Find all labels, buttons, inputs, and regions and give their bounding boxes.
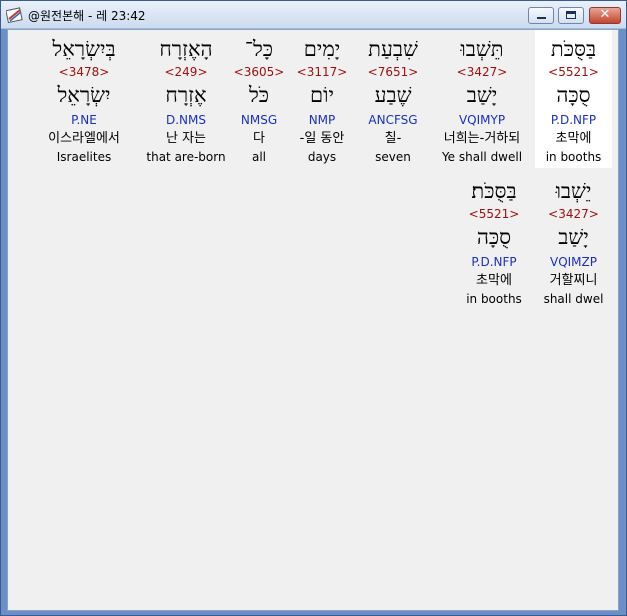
korean-gloss: 다 <box>253 131 265 146</box>
morphology-code: VQIMYP <box>458 113 506 127</box>
hebrew-lemma: אֶזְרָח <box>165 83 207 107</box>
korean-gloss: -일 동안 <box>299 131 345 146</box>
hebrew-surface: יָמִים <box>303 37 341 61</box>
word-cell[interactable]: בַּסֻּכֹּת <5521> סֻכָּה P.D.NFP 초막에 in … <box>535 30 612 168</box>
hebrew-surface: בַּסֻּכֹּת׃ <box>471 179 517 203</box>
minimize-button[interactable] <box>528 7 554 24</box>
hebrew-lemma: סֻכָּה <box>556 83 591 107</box>
window-title: @원전본해 - 레 23:42 <box>28 9 146 23</box>
hebrew-lemma: יוֹם <box>310 83 334 107</box>
hebrew-lemma: יִשְׂרָאֵל <box>57 83 111 107</box>
korean-gloss: 거할찌니 <box>549 273 598 288</box>
book-icon <box>6 7 23 24</box>
morphology-code: VQIMZP <box>549 255 597 269</box>
morphology-code: P.NE <box>71 113 97 127</box>
strong-number[interactable]: <3427> <box>432 64 532 80</box>
english-gloss: that are-born <box>146 150 226 164</box>
morphology-code: D.NMS <box>165 113 206 127</box>
close-icon: ✕ <box>599 7 611 22</box>
english-gloss: shall dwel <box>543 292 604 306</box>
morphology-code: NMP <box>308 113 336 127</box>
hebrew-lemma: יָשַׁב <box>558 225 589 249</box>
word-cell[interactable]: הָאֶזְרָח <249> אֶזְרָח D.NMS 난 자는 that … <box>144 30 228 168</box>
korean-gloss: 난 자는 <box>165 131 206 146</box>
english-gloss: in booths <box>466 292 522 306</box>
word-cell[interactable]: כָּל־ <3605> כֹּל NMSG 다 all <box>232 30 286 168</box>
hebrew-lemma: יָשַׁב <box>466 83 498 107</box>
hebrew-surface: בַּסֻּכֹּת <box>550 37 597 61</box>
strong-number[interactable]: <3427> <box>535 206 612 222</box>
hebrew-surface: בְּיִשְׂרָאֵל <box>52 37 116 61</box>
hebrew-surface: יֵשְׁבוּ <box>555 179 592 203</box>
interlinear-view[interactable]: בַּסֻּכֹּת <5521> סֻכָּה P.D.NFP 초막에 in … <box>7 29 619 611</box>
strong-number[interactable]: <7651> <box>358 64 428 80</box>
hebrew-lemma: שֶׁבַע <box>374 83 412 107</box>
word-cell[interactable]: שִׁבְעַת <7651> שֶׁבַע ANCFSG 칠- seven <box>358 30 428 168</box>
korean-gloss: 칠- <box>384 131 402 146</box>
maximize-button[interactable] <box>558 7 584 24</box>
english-gloss: all <box>251 150 267 164</box>
korean-gloss: 초막에 <box>555 131 592 146</box>
strong-number[interactable]: <249> <box>144 64 228 80</box>
word-cell[interactable]: יֵשְׁבוּ <3427> יָשַׁב VQIMZP 거할찌니 shall… <box>535 172 612 310</box>
strong-number[interactable]: <5521> <box>457 206 531 222</box>
english-gloss: Ye shall dwell <box>441 150 523 164</box>
hebrew-lemma: כֹּל <box>248 83 270 107</box>
morphology-code: NMSG <box>240 113 278 127</box>
morphology-code: P.D.NFP <box>550 113 597 127</box>
strong-number[interactable]: <5521> <box>535 64 612 80</box>
title-bar[interactable]: @원전본해 - 레 23:42 ✕ <box>1 1 626 29</box>
hebrew-surface: שִׁבְעַת <box>368 37 418 61</box>
word-cell[interactable]: בְּיִשְׂרָאֵל <3478> יִשְׂרָאֵל P.NE 이스라… <box>28 30 140 168</box>
strong-number[interactable]: <3117> <box>290 64 354 80</box>
korean-gloss: 너희는-거하되 <box>443 131 521 146</box>
word-cell[interactable]: תֵּשְׁבוּ <3427> יָשַׁב VQIMYP 너희는-거하되 Y… <box>432 30 532 168</box>
english-gloss: seven <box>375 150 411 164</box>
morphology-code: P.D.NFP <box>471 255 517 269</box>
strong-number[interactable]: <3478> <box>28 64 140 80</box>
strong-number[interactable]: <3605> <box>232 64 286 80</box>
word-cell[interactable]: בַּסֻּכֹּת׃ <5521> סֻכָּה P.D.NFP 초막에 in… <box>457 172 531 310</box>
english-gloss: Israelites <box>56 150 112 164</box>
korean-gloss: 초막에 <box>476 273 512 288</box>
app-window: @원전본해 - 레 23:42 ✕ בַּסֻּכֹּת <5521> סֻכָ… <box>0 0 627 616</box>
hebrew-surface: תֵּשְׁבוּ <box>460 37 504 61</box>
korean-gloss: 이스라엘에서 <box>48 131 120 146</box>
hebrew-lemma: סֻכָּה <box>476 225 512 249</box>
english-gloss: days <box>307 150 337 164</box>
hebrew-surface: הָאֶזְרָח <box>159 37 213 61</box>
close-button[interactable]: ✕ <box>589 7 621 24</box>
english-gloss: in booths <box>545 150 602 164</box>
hebrew-surface: כָּל־ <box>244 37 274 61</box>
morphology-code: ANCFSG <box>368 113 418 127</box>
word-cell[interactable]: יָמִים <3117> יוֹם NMP -일 동안 days <box>290 30 354 168</box>
